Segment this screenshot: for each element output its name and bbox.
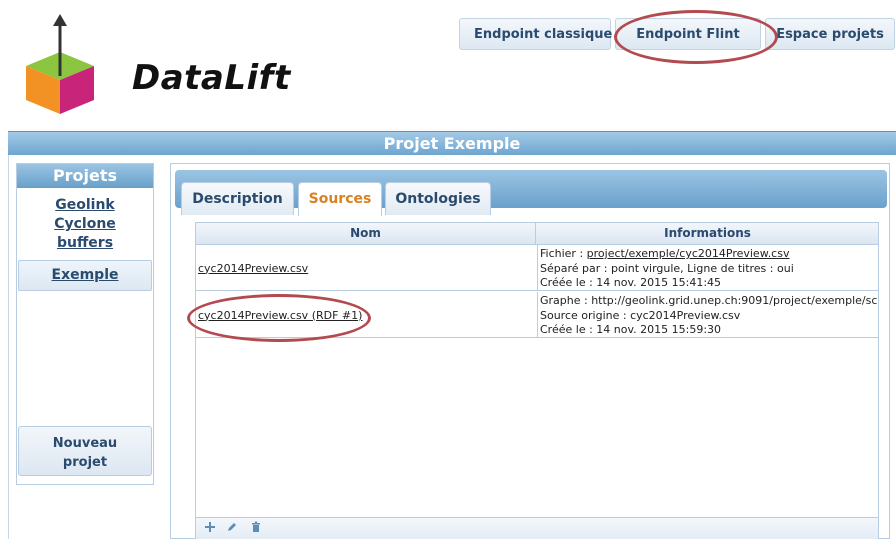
source-name-cell: cyc2014Preview.csv (RDF #1) [198, 292, 536, 338]
top-nav: Endpoint classique Endpoint Flint Espace… [459, 18, 895, 50]
tab-ontologies[interactable]: Ontologies [385, 182, 491, 215]
endpoint-classique-button[interactable]: Endpoint classique [459, 18, 612, 50]
projects-panel-title: Projets [17, 164, 153, 188]
info-label: Fichier : [540, 247, 587, 260]
edit-icon[interactable] [224, 521, 240, 537]
new-project-label: projet [62, 455, 108, 470]
projects-panel: Projets Geolink Cyclone buffers Exemple … [16, 163, 154, 485]
cube-logo-icon [26, 14, 94, 114]
source-name-cell: cyc2014Preview.csv [198, 245, 536, 291]
sidebar-item-label: Exemple [51, 267, 119, 283]
espace-projets-button[interactable]: Espace projets [765, 18, 895, 50]
info-line: Créée le : 14 nov. 2015 15:41:45 [540, 276, 722, 289]
sources-table: Nom Informations cyc2014Preview.csv Fich… [195, 222, 879, 539]
info-line: Graphe : http://geolink.grid.unep.ch:909… [540, 294, 878, 307]
brand-name: DataLift [132, 58, 291, 98]
sidebar-item-label: buffers [56, 235, 114, 251]
source-info-cell: Graphe : http://geolink.grid.unep.ch:909… [537, 292, 878, 338]
source-name-link[interactable]: cyc2014Preview.csv (RDF #1) [198, 309, 362, 322]
column-header-nom[interactable]: Nom [196, 223, 536, 244]
tab-description[interactable]: Description [181, 182, 294, 215]
project-title: Projet Exemple [8, 131, 896, 155]
source-name-link[interactable]: cyc2014Preview.csv [198, 262, 308, 275]
info-line: Fichier : project/exemple/cyc2014Preview… [540, 247, 878, 262]
sidebar-item-label: Geolink [55, 197, 115, 213]
source-info-cell: Fichier : project/exemple/cyc2014Preview… [537, 245, 878, 291]
file-path-link[interactable]: project/exemple/cyc2014Preview.csv [587, 247, 790, 260]
datalift-logo: DataLift [22, 12, 290, 118]
table-header: Nom Informations [196, 223, 878, 245]
new-project-label: Nouveau [52, 436, 118, 451]
sidebar-item-label: Cyclone [54, 216, 116, 232]
delete-icon[interactable] [248, 521, 264, 537]
info-line: Séparé par : point virgule, Ligne de tit… [540, 261, 794, 275]
info-line: Créée le : 14 nov. 2015 15:59:30 [540, 323, 722, 336]
endpoint-flint-button[interactable]: Endpoint Flint [615, 18, 761, 50]
table-toolbar [196, 517, 878, 539]
info-line: Source origine : cyc2014Preview.csv [540, 308, 741, 322]
tab-sources[interactable]: Sources [298, 182, 382, 216]
table-row[interactable]: cyc2014Preview.csv (RDF #1) Graphe : htt… [196, 292, 878, 338]
table-row[interactable]: cyc2014Preview.csv Fichier : project/exe… [196, 245, 878, 291]
column-header-informations[interactable]: Informations [537, 223, 878, 244]
tab-bar: Description Sources Ontologies [175, 170, 887, 216]
sidebar-item-exemple[interactable]: Exemple [18, 260, 152, 291]
main-panel: Description Sources Ontologies Nom Infor… [170, 163, 890, 539]
new-project-button[interactable]: Nouveau projet [18, 426, 152, 476]
sidebar-item-geolink[interactable]: Geolink Cyclone buffers [17, 196, 153, 253]
add-icon[interactable] [202, 521, 218, 537]
